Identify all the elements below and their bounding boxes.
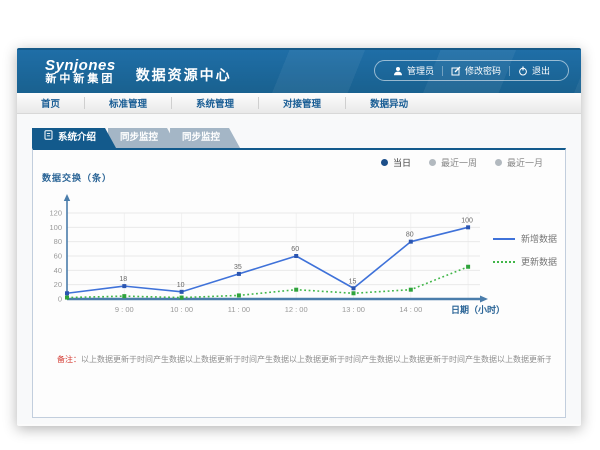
time-filter-group: 当日 最近一周 最近一月 (381, 156, 543, 169)
y-tick-label: 100 (49, 223, 62, 232)
filter-last-week[interactable]: 最近一周 (429, 156, 477, 169)
data-point (466, 265, 470, 269)
logo-text-en: Synjones (45, 58, 116, 74)
line-chart: 0 20 40 60 80 100 120 9 : 00 10 : 00 11 : 00 12 : … (39, 186, 561, 366)
x-tick-label: 11 : 00 (228, 305, 250, 314)
chart-panel: 当日 最近一周 最近一月 数据交换（条） 0 20 40 60 80 100 120 9 : … (32, 148, 566, 418)
data-point (352, 286, 356, 290)
y-tick-label: 0 (58, 295, 62, 304)
y-axis-title: 数据交换（条） (42, 171, 112, 184)
x-tick-label: 14 : 00 (399, 305, 422, 314)
edit-icon (451, 66, 461, 76)
radio-icon (495, 159, 502, 166)
data-point (122, 284, 126, 288)
data-label: 35 (234, 264, 242, 271)
nav-item-interface-mgmt[interactable]: 对接管理 (259, 96, 345, 110)
data-label: 80 (406, 232, 414, 239)
data-point (122, 294, 126, 298)
x-tick-label: 10 : 00 (170, 305, 193, 314)
data-point (180, 290, 184, 294)
x-tick-label: 12 : 00 (285, 305, 308, 314)
tab-bar: 系统介绍 同步监控 同步监控 (32, 128, 566, 148)
series-legend: 新增数据 更新数据 (493, 232, 557, 268)
data-point (294, 254, 298, 258)
document-icon (44, 128, 53, 148)
data-point (237, 272, 241, 276)
data-label: 60 (291, 246, 299, 253)
user-icon (393, 66, 403, 76)
radio-selected-icon (381, 159, 388, 166)
filter-last-month[interactable]: 最近一月 (495, 156, 543, 169)
y-tick-label: 60 (54, 252, 62, 261)
power-icon (518, 66, 528, 76)
footnote-prefix: 备注： (57, 355, 81, 364)
data-point (409, 240, 413, 244)
y-tick-label: 20 (54, 280, 62, 289)
change-password-button[interactable]: 修改密码 (443, 64, 509, 77)
data-label: 18 (119, 276, 127, 283)
data-point (65, 291, 69, 295)
main-nav: 首页 标准管理 系统管理 对接管理 数据异动 (17, 93, 581, 114)
content-area: 系统介绍 同步监控 同步监控 当日 最近一周 (17, 114, 581, 424)
data-point (352, 291, 356, 295)
data-label: 100 (461, 217, 473, 224)
tab-sync-monitor-1[interactable]: 同步监控 (108, 128, 178, 148)
data-point (65, 296, 69, 300)
data-point (294, 288, 298, 292)
footnote: 备注：以上数据更新于时间产生数据以上数据更新于时间产生数据以上数据更新于时间产生… (57, 354, 551, 365)
company-logo: Synjones 新中新集团 (45, 58, 116, 85)
nav-item-data-change[interactable]: 数据异动 (346, 96, 432, 110)
current-user-button[interactable]: 管理员 (385, 64, 442, 77)
tab-system-intro[interactable]: 系统介绍 (32, 128, 116, 148)
nav-item-standard-mgmt[interactable]: 标准管理 (85, 96, 171, 110)
y-tick-label: 80 (54, 237, 62, 246)
nav-item-system-mgmt[interactable]: 系统管理 (172, 96, 258, 110)
tab-sync-monitor-2[interactable]: 同步监控 (170, 128, 240, 148)
legend-new-data[interactable]: 新增数据 (493, 232, 557, 245)
filter-today[interactable]: 当日 (381, 156, 411, 169)
y-axis-arrow (64, 194, 70, 201)
data-point (237, 293, 241, 297)
dotted-line-icon (493, 261, 515, 263)
nav-item-home[interactable]: 首页 (17, 96, 84, 110)
data-point (409, 288, 413, 292)
data-label: 15 (349, 278, 357, 285)
footnote-text: 以上数据更新于时间产生数据以上数据更新于时间产生数据以上数据更新于时间产生数据以… (81, 355, 551, 364)
radio-icon (429, 159, 436, 166)
data-point (180, 296, 184, 300)
y-tick-label: 120 (49, 209, 62, 218)
y-tick-label: 40 (54, 266, 62, 275)
page-title: 数据资源中心 (136, 65, 232, 85)
user-toolbar: 管理员 修改密码 退出 (374, 60, 569, 81)
logo-text-cn: 新中新集团 (45, 74, 116, 86)
data-label: 10 (177, 282, 185, 289)
data-point (466, 225, 470, 229)
x-axis-arrow (480, 296, 488, 303)
logout-button[interactable]: 退出 (510, 64, 558, 77)
x-tick-label: 13 : 00 (342, 305, 365, 314)
x-tick-label: 9 : 00 (115, 305, 134, 314)
x-axis-label: 日期（小时） (451, 304, 505, 315)
header: Synjones 新中新集团 数据资源中心 管理员 修改密码 (17, 48, 581, 93)
solid-line-icon (493, 238, 515, 240)
legend-updated-data[interactable]: 更新数据 (493, 255, 557, 268)
app-window: Synjones 新中新集团 数据资源中心 管理员 修改密码 (17, 48, 581, 426)
